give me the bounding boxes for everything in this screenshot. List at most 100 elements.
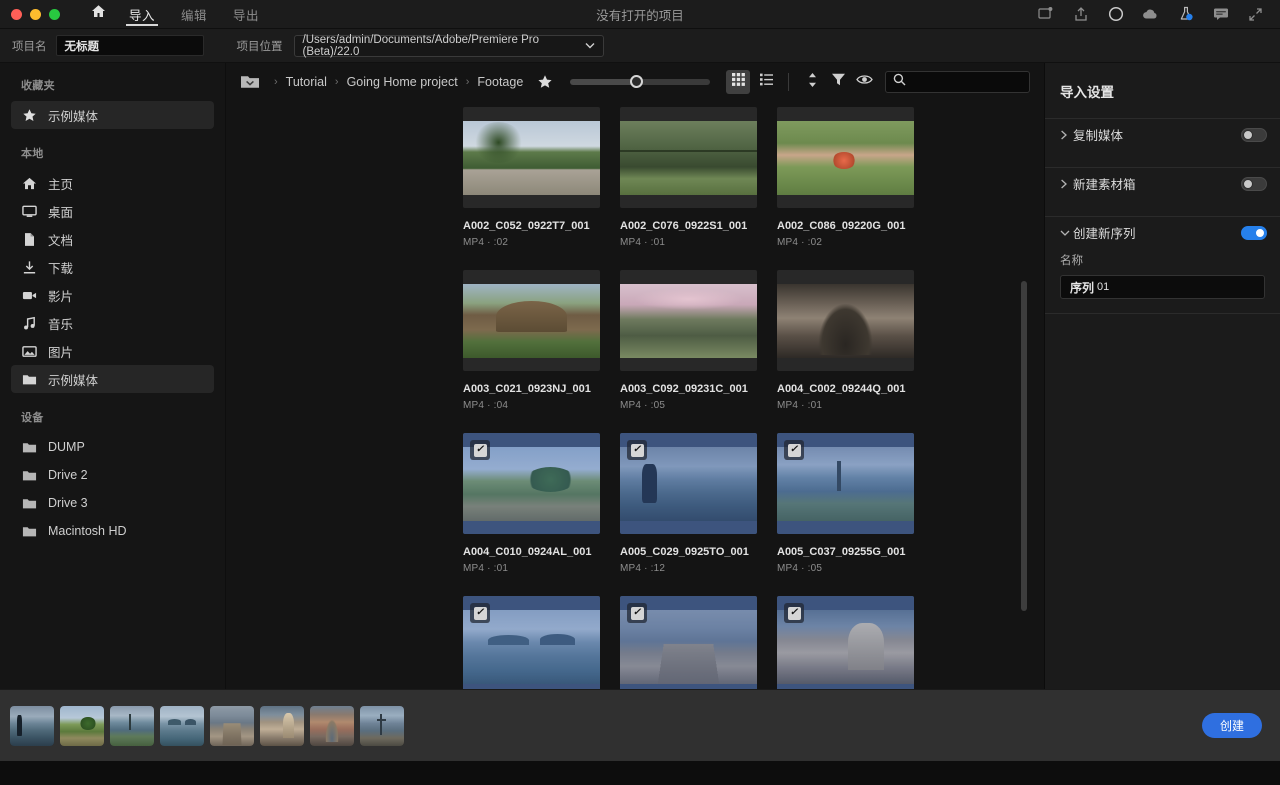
- media-select-checkbox[interactable]: ✓: [627, 440, 647, 460]
- tray-thumbnail[interactable]: [210, 705, 254, 746]
- beaker-beta-icon[interactable]: [1177, 6, 1194, 23]
- sidebar-item-label: 音乐: [48, 317, 74, 332]
- media-item[interactable]: ✓ A004_C010_0924AL_001 MP4 · :01: [463, 433, 620, 574]
- media-item[interactable]: A003_C092_09231C_001 MP4 · :05: [620, 270, 777, 411]
- search-input[interactable]: [912, 76, 1022, 88]
- media-thumbnail[interactable]: ✓: [777, 596, 914, 689]
- media-item[interactable]: ✓A005_C052_0925BL_001MP4 · :04: [620, 596, 777, 689]
- cloud-icon[interactable]: [1142, 6, 1159, 23]
- media-thumbnail[interactable]: [620, 107, 757, 208]
- media-thumbnail[interactable]: [620, 270, 757, 371]
- tray-thumbnail[interactable]: [360, 705, 404, 746]
- breadcrumb-item-going-home-project[interactable]: Going Home project: [345, 75, 460, 89]
- grid-scrollbar[interactable]: [1021, 281, 1027, 611]
- setting-row-copy-media[interactable]: 复制媒体: [1045, 119, 1280, 150]
- chevron-right-icon[interactable]: [1060, 179, 1073, 189]
- breadcrumb-item-tutorial[interactable]: Tutorial: [284, 75, 329, 89]
- preview-button[interactable]: [851, 70, 877, 94]
- sidebar-item-dump[interactable]: DUMP: [11, 433, 214, 461]
- sidebar-item-desktop[interactable]: 桌面: [11, 197, 214, 225]
- tray-thumbnail[interactable]: [310, 705, 354, 746]
- create-button[interactable]: 创建: [1202, 713, 1262, 738]
- tab-edit[interactable]: 编辑: [168, 0, 220, 29]
- new-bin-toggle[interactable]: [1241, 176, 1267, 191]
- screen-share-icon[interactable]: [1037, 6, 1054, 23]
- media-item[interactable]: ✓ A005_C037_09255G_001 MP4 · :05: [777, 433, 934, 574]
- export-icon[interactable]: [1072, 6, 1089, 23]
- tray-thumbnail[interactable]: [110, 705, 154, 746]
- media-thumbnail[interactable]: ✓: [777, 433, 914, 534]
- sidebar-item-sample-media-fav[interactable]: 示例媒体: [11, 101, 214, 129]
- copy-media-toggle[interactable]: [1241, 127, 1267, 142]
- thumbnail-preview: [620, 120, 757, 195]
- media-item[interactable]: ✓AdobeStock_116640093_V...MP4 · :12: [777, 596, 934, 689]
- comment-icon[interactable]: [1212, 6, 1229, 23]
- media-thumbnail[interactable]: ✓: [463, 433, 600, 534]
- media-grid-scroll-area[interactable]: A002_C052_0922T7_001 MP4 · :02 A002_C076_0…: [226, 101, 1044, 689]
- sequence-name-input[interactable]: 序列 01: [1060, 275, 1265, 299]
- media-item[interactable]: ✓A005_C049_09253L_001MP4 · :02: [463, 596, 620, 689]
- tray-thumbnail[interactable]: [160, 705, 204, 746]
- thumbnail-zoom-slider[interactable]: [570, 75, 710, 88]
- project-name-input[interactable]: 无标题: [55, 35, 204, 56]
- zoom-slider-knob[interactable]: [630, 75, 643, 88]
- tray-thumbnail[interactable]: [260, 705, 304, 746]
- tray-thumbnail[interactable]: [60, 705, 104, 746]
- chevron-right-icon[interactable]: [1060, 130, 1073, 140]
- sidebar-item-macintosh-hd[interactable]: Macintosh HD: [11, 517, 214, 545]
- media-select-checkbox[interactable]: ✓: [784, 440, 804, 460]
- sidebar-item-home[interactable]: 主页: [11, 169, 214, 197]
- close-window-button[interactable]: [11, 8, 22, 20]
- tab-import[interactable]: 导入: [116, 0, 168, 29]
- media-item[interactable]: A003_C021_0923NJ_001 MP4 · :04: [463, 270, 620, 411]
- new-sequence-toggle[interactable]: [1241, 225, 1267, 240]
- project-location-label: 项目位置: [236, 40, 283, 53]
- sidebar-item-label: 主页: [48, 177, 74, 192]
- tab-export[interactable]: 导出: [220, 0, 272, 29]
- media-select-checkbox[interactable]: ✓: [470, 440, 490, 460]
- fullscreen-icon[interactable]: [1247, 6, 1264, 23]
- media-item[interactable]: A002_C052_0922T7_001 MP4 · :02: [463, 107, 620, 248]
- media-thumbnail[interactable]: [777, 270, 914, 371]
- breadcrumb-item-footage[interactable]: Footage: [475, 75, 525, 89]
- project-name-value: 无标题: [64, 40, 100, 53]
- project-location-select[interactable]: /Users/admin/Documents/Adobe/Premiere Pr…: [293, 34, 604, 58]
- media-select-checkbox[interactable]: ✓: [784, 603, 804, 623]
- chevron-down-icon[interactable]: [1060, 229, 1073, 237]
- sidebar-item-movies[interactable]: 影片: [11, 281, 214, 309]
- media-item[interactable]: A002_C086_09220G_001 MP4 · :02: [777, 107, 934, 248]
- star-icon[interactable]: [537, 74, 553, 90]
- sidebar-item-drive-3[interactable]: Drive 3: [11, 489, 214, 517]
- record-circle-icon[interactable]: [1107, 6, 1124, 23]
- sort-button[interactable]: [799, 70, 825, 94]
- sidebar-item-pictures[interactable]: 图片: [11, 337, 214, 365]
- list-view-button[interactable]: [754, 70, 778, 94]
- folder-open-icon[interactable]: [240, 74, 262, 91]
- search-box[interactable]: [885, 71, 1030, 93]
- sidebar-item-documents[interactable]: 文档: [11, 225, 214, 253]
- sidebar-item-music[interactable]: 音乐: [11, 309, 214, 337]
- grid-view-button[interactable]: [726, 70, 750, 94]
- media-thumbnail[interactable]: ✓: [620, 596, 757, 689]
- sidebar-item-sample-media[interactable]: 示例媒体: [11, 365, 214, 393]
- sidebar-item-drive-2[interactable]: Drive 2: [11, 461, 214, 489]
- media-select-checkbox[interactable]: ✓: [470, 603, 490, 623]
- media-thumbnail[interactable]: [463, 107, 600, 208]
- media-select-checkbox[interactable]: ✓: [627, 603, 647, 623]
- media-thumbnail[interactable]: ✓: [620, 433, 757, 534]
- media-item[interactable]: A004_C002_09244Q_001 MP4 · :01: [777, 270, 934, 411]
- setting-row-new-bin[interactable]: 新建素材箱: [1045, 168, 1280, 199]
- media-item[interactable]: A002_C076_0922S1_001 MP4 · :01: [620, 107, 777, 248]
- sidebar-item-downloads[interactable]: 下载: [11, 253, 214, 281]
- maximize-window-button[interactable]: [49, 8, 60, 20]
- window-controls[interactable]: [0, 8, 60, 20]
- media-item[interactable]: ✓ A005_C029_0925TO_001 MP4 · :12: [620, 433, 777, 574]
- media-thumbnail[interactable]: [463, 270, 600, 371]
- media-thumbnail[interactable]: [777, 107, 914, 208]
- filter-button[interactable]: [825, 70, 851, 94]
- setting-row-new-sequence[interactable]: 创建新序列: [1045, 217, 1280, 248]
- minimize-window-button[interactable]: [30, 8, 41, 20]
- tray-thumbnail[interactable]: [10, 705, 54, 746]
- media-thumbnail[interactable]: ✓: [463, 596, 600, 689]
- home-button[interactable]: [80, 0, 116, 29]
